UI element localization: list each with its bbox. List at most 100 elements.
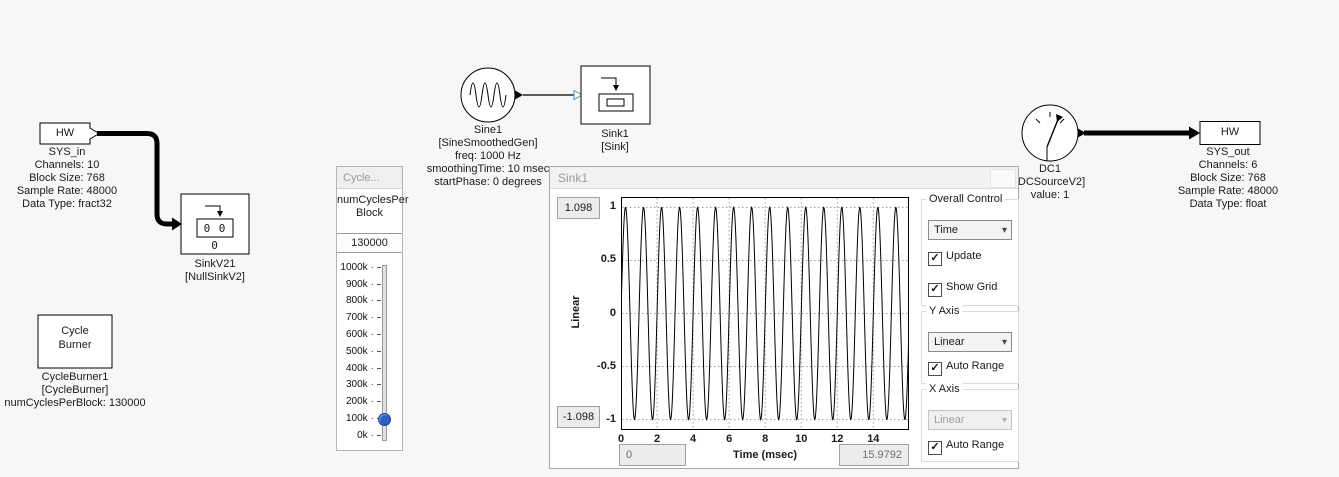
- x-tick-label: 14: [863, 433, 883, 445]
- slider-param-label-line: numCyclesPer: [337, 194, 402, 207]
- wire-arrowhead-icon: [1189, 127, 1200, 140]
- slider-tick-row: 100k·: [337, 410, 381, 427]
- tick-dot-icon: ·: [371, 363, 374, 374]
- update-checkbox[interactable]: ✓Update: [928, 249, 981, 266]
- y-axis-title: Linear: [570, 282, 582, 342]
- checkbox-label: Update: [946, 250, 981, 262]
- sinkv21-label-stack: SinkV21 [NullSinkV2]: [165, 258, 265, 284]
- slider-tick-row: 400k·: [337, 360, 381, 377]
- x-tick-label: 8: [755, 433, 775, 445]
- x-tick-label: 2: [647, 433, 667, 445]
- y-tick-label: 0.5: [590, 253, 616, 265]
- x-max-input[interactable]: 15.9792: [839, 444, 909, 466]
- slider-tick-label: 400k: [346, 363, 368, 374]
- tick-dash-icon: [377, 351, 381, 352]
- sys-in-hw-label: HW: [40, 123, 90, 144]
- dropdown-arrow-icon: ▾: [1002, 222, 1007, 240]
- tick-dash-icon: [377, 401, 381, 402]
- block-detail: Channels: 6: [1168, 159, 1288, 172]
- checkbox-icon: ✓: [928, 362, 942, 376]
- block-instance-name: Sine1: [418, 124, 558, 137]
- sys-in-label-stack: SYS_in Channels: 10 Block Size: 768 Samp…: [7, 146, 127, 211]
- panel-titlebar[interactable]: Cycle...: [337, 167, 402, 189]
- group-legend: Overall Control: [926, 193, 1005, 205]
- cycleburner-inspector-panel: Cycle... numCyclesPer Block 130000 1000k…: [336, 166, 403, 451]
- tick-dot-icon: ·: [371, 329, 374, 340]
- sink1-plot-window: Sink1 1.098 -1.098 Linear Time (msec) 0 …: [549, 166, 1019, 469]
- slider-tick-label: 300k: [346, 379, 368, 390]
- group-legend: Y Axis: [926, 305, 962, 317]
- tick-dash-icon: [377, 317, 381, 318]
- y-auto-range-checkbox[interactable]: ✓Auto Range: [928, 359, 1004, 376]
- tick-dot-icon: ·: [371, 346, 374, 357]
- slider-tick-row: 800k·: [337, 293, 381, 310]
- combo-value: Linear: [934, 336, 965, 348]
- slider-tick-row: 700k·: [337, 309, 381, 326]
- block-param: numCyclesPerBlock: 130000: [0, 397, 150, 410]
- slider-tick-label: 0k: [357, 430, 368, 441]
- slider-tick-row: 300k·: [337, 377, 381, 394]
- tick-dash-icon: [377, 435, 381, 436]
- checkbox-label: Auto Range: [946, 439, 1004, 451]
- slider-tick-row: 0k·: [337, 427, 381, 444]
- block-param: smoothingTime: 10 msec: [418, 163, 558, 176]
- block-title-line: Cycle: [38, 324, 112, 338]
- block-classname: [NullSinkV2]: [165, 271, 265, 284]
- y-tick-label: 0: [590, 307, 616, 319]
- cycleburner-label-stack: CycleBurner1 [CycleBurner] numCyclesPerB…: [0, 371, 150, 410]
- plot-area[interactable]: [621, 197, 909, 430]
- y-tick-label: -1: [590, 413, 616, 425]
- dropdown-arrow-icon: ▾: [1002, 334, 1007, 352]
- close-button[interactable]: [990, 169, 1016, 188]
- block-param: freq: 1000 Hz: [418, 150, 558, 163]
- checkbox-label: Show Grid: [946, 281, 997, 293]
- checkbox-icon: ✓: [928, 283, 942, 297]
- slider-tick-row: 200k·: [337, 393, 381, 410]
- block-detail: Block Size: 768: [7, 172, 127, 185]
- block-classname: [CycleBurner]: [0, 384, 150, 397]
- sink1-label-stack: Sink1 [Sink]: [575, 128, 655, 154]
- slider-tick-label: 600k: [346, 329, 368, 340]
- y-tick-label: 1: [590, 200, 616, 212]
- sine1-output-pin-icon[interactable]: [515, 91, 523, 100]
- combo-value: Linear: [934, 414, 965, 426]
- show-grid-checkbox[interactable]: ✓ Show Grid: [928, 280, 997, 297]
- x-auto-range-checkbox[interactable]: ✓ Auto Range: [928, 438, 1004, 455]
- slider-tick-row: 600k·: [337, 326, 381, 343]
- slider-handle[interactable]: [378, 413, 391, 426]
- tick-dot-icon: ·: [371, 295, 374, 306]
- overall-control-select[interactable]: Time ▾: [928, 220, 1012, 240]
- tick-dot-icon: ·: [371, 379, 374, 390]
- sink1-block[interactable]: [581, 66, 650, 124]
- block-classname: [SineSmoothedGen]: [418, 137, 558, 150]
- x-tick-label: 6: [719, 433, 739, 445]
- x-min-input[interactable]: 0: [619, 444, 686, 466]
- tick-dot-icon: ·: [371, 279, 374, 290]
- sine1-label-stack: Sine1 [SineSmoothedGen] freq: 1000 Hz sm…: [418, 124, 558, 189]
- tick-dash-icon: [377, 334, 381, 335]
- block-classname: [Sink]: [575, 141, 655, 154]
- nullsink-icon-text: 0 0 0: [197, 220, 233, 237]
- block-instance-name: Sink1: [575, 128, 655, 141]
- tick-dot-icon: ·: [371, 430, 374, 441]
- block-detail: Sample Rate: 48000: [7, 185, 127, 198]
- combo-value: Time: [934, 224, 958, 236]
- slider-value-box[interactable]: 130000: [337, 233, 402, 253]
- slider-tick-label: 800k: [346, 295, 368, 306]
- y-axis-select[interactable]: Linear ▾: [928, 332, 1012, 352]
- window-titlebar[interactable]: Sink1: [550, 167, 1018, 189]
- block-instance-name: SYS_in: [7, 146, 127, 159]
- block-title-line: Burner: [38, 338, 112, 352]
- checkbox-icon: ✓: [928, 441, 942, 455]
- group-legend: X Axis: [926, 383, 963, 395]
- tick-dash-icon: [377, 284, 381, 285]
- x-axis-select[interactable]: Linear ▾: [928, 410, 1012, 430]
- block-detail: Data Type: float: [1168, 198, 1288, 211]
- dropdown-arrow-icon: ▾: [1002, 412, 1007, 430]
- tick-dash-icon: [377, 267, 381, 268]
- x-tick-label: 0: [611, 433, 631, 445]
- slider-tick-row: 500k·: [337, 343, 381, 360]
- x-axis-title: Time (msec): [690, 449, 840, 461]
- slider-tick-scale: 1000k·900k·800k·700k·600k·500k·400k·300k…: [337, 259, 381, 444]
- tick-dot-icon: ·: [371, 312, 374, 323]
